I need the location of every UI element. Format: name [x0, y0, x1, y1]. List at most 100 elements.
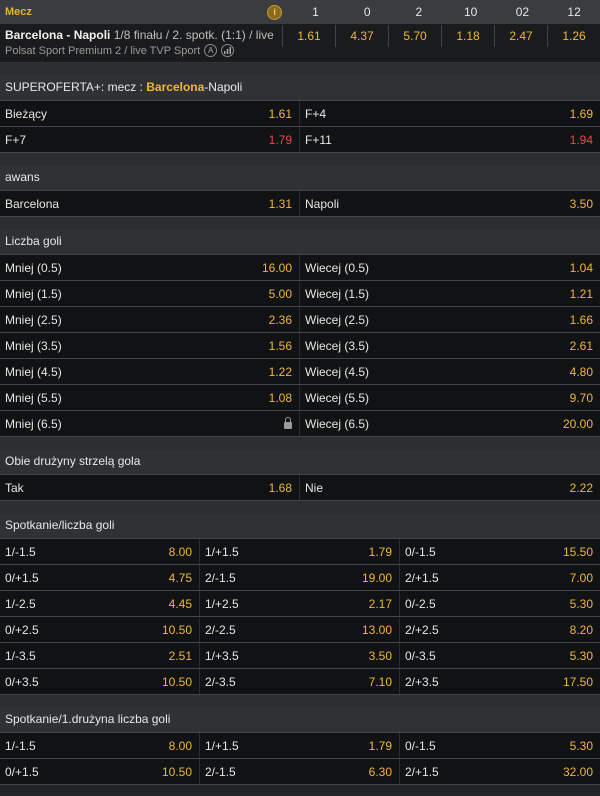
bet-option[interactable]: Mniej (1.5) 5.00	[0, 281, 300, 306]
bet-option[interactable]: Wiecej (3.5) 2.61	[300, 333, 600, 358]
bet-option[interactable]: Wiecej (1.5) 1.21	[300, 281, 600, 306]
bet-option[interactable]: 0/-3.5 5.30	[400, 643, 600, 668]
bet-label: 0/-1.5	[405, 544, 436, 559]
bet-option[interactable]: Napoli 3.50	[300, 191, 600, 216]
odds-row: Mniej (0.5) 16.00 Wiecej (0.5) 1.04	[0, 255, 600, 281]
odd-02[interactable]: 2.47	[494, 25, 547, 47]
odds-row: 1/-2.5 4.45 1/+2.5 2.17 0/-2.5 5.30	[0, 591, 600, 617]
bet-odd: 1.79	[268, 132, 292, 147]
bet-option[interactable]: Wiecej (0.5) 1.04	[300, 255, 600, 280]
live-a-icon[interactable]: A	[204, 44, 218, 57]
bet-option[interactable]: Wiecej (5.5) 9.70	[300, 385, 600, 410]
bet-label: Bieżący	[5, 106, 48, 121]
bet-option[interactable]: Tak 1.68	[0, 475, 300, 500]
bet-option[interactable]: 1/-3.5 2.51	[0, 643, 200, 668]
bet-odd: 1.31	[268, 196, 292, 211]
bet-odd: 1.94	[569, 132, 593, 147]
bet-option[interactable]: Wiecej (4.5) 4.80	[300, 359, 600, 384]
bet-option[interactable]: 2/-3.5 7.10	[200, 669, 400, 694]
header-col-12: 12	[567, 5, 581, 19]
bet-option[interactable]: 1/-2.5 4.45	[0, 591, 200, 616]
bet-option[interactable]: 2/+1.5 7.00	[400, 565, 600, 590]
bet-option[interactable]: 1/-1.5 8.00	[0, 733, 200, 758]
bet-label: 1/+1.5	[205, 544, 239, 559]
bet-label: Barcelona	[5, 196, 60, 211]
bet-option[interactable]: 2/+3.5 17.50	[400, 669, 600, 694]
bet-option[interactable]: Bieżący 1.61	[0, 101, 300, 126]
bet-label: 2/+1.5	[405, 570, 439, 585]
bet-option[interactable]: Wiecej (6.5) 20.00	[300, 411, 600, 436]
bet-option[interactable]: 1/-1.5 8.00	[0, 539, 200, 564]
bet-odd: 2.22	[569, 480, 593, 495]
bet-option[interactable]: Nie 2.22	[300, 475, 600, 500]
bet-option[interactable]: F+7 1.79	[0, 127, 300, 152]
bet-odd: 5.30	[569, 738, 593, 753]
odd-10[interactable]: 1.18	[441, 25, 494, 47]
header-col-10: 10	[463, 5, 478, 19]
bet-label: 2/-1.5	[205, 764, 236, 779]
bet-option[interactable]: 1/+1.5 1.79	[200, 539, 400, 564]
bet-label: 2/+2.5	[405, 622, 439, 637]
bet-option[interactable]: 2/-1.5 6.30	[200, 759, 400, 784]
bet-option[interactable]: Barcelona 1.31	[0, 191, 300, 216]
bet-label: 2/+3.5	[405, 674, 439, 689]
bet-odd: 9.70	[569, 390, 593, 405]
section-spotkanie1-title: Spotkanie/1.drużyna liczba goli	[0, 707, 600, 733]
bet-label: 0/-1.5	[405, 738, 436, 753]
bet-option[interactable]: 0/-2.5 5.30	[400, 591, 600, 616]
bet-option[interactable]: 0/+1.5 10.50	[0, 759, 200, 784]
odd-2[interactable]: 5.70	[388, 25, 441, 47]
bet-odd: 1.68	[268, 480, 292, 495]
odds-row: 0/+2.5 10.50 2/-2.5 13.00 2/+2.5 8.20	[0, 617, 600, 643]
bet-label: Wiecej (6.5)	[305, 416, 370, 431]
bet-option[interactable]: 0/+3.5 10.50	[0, 669, 200, 694]
bet-option[interactable]: Mniej (6.5)	[0, 411, 300, 436]
bet-option[interactable]: 0/+2.5 10.50	[0, 617, 200, 642]
bet-option[interactable]: Mniej (2.5) 2.36	[0, 307, 300, 332]
bet-option[interactable]: Wiecej (2.5) 1.66	[300, 307, 600, 332]
header-col-1: 1	[312, 5, 319, 19]
match-line: Barcelona - Napoli 1/8 finału / 2. spotk…	[5, 28, 282, 42]
bet-option[interactable]: 1/+3.5 3.50	[200, 643, 400, 668]
bet-label: 0/-3.5	[405, 648, 436, 663]
bet-option[interactable]: 0/-1.5 5.30	[400, 733, 600, 758]
match-teams[interactable]: Barcelona - Napoli	[5, 28, 110, 42]
bet-option[interactable]: 2/+1.5 32.00	[400, 759, 600, 784]
bet-option[interactable]: Mniej (3.5) 1.56	[0, 333, 300, 358]
info-icon[interactable]: i	[267, 4, 283, 20]
bet-option[interactable]: Mniej (0.5) 16.00	[0, 255, 300, 280]
match-tv: Polsat Sport Premium 2 / live TVP Sport	[5, 44, 201, 57]
bet-option[interactable]: 0/+1.5 4.75	[0, 565, 200, 590]
odd-0[interactable]: 4.37	[335, 25, 388, 47]
odds-row: 1/-1.5 8.00 1/+1.5 1.79 0/-1.5 5.30	[0, 733, 600, 759]
bet-label: Mniej (3.5)	[5, 338, 62, 353]
superoferta-home: Barcelona	[146, 80, 205, 94]
match-odds: 1.61 4.37 5.70 1.18 2.47 1.26	[282, 24, 600, 62]
bet-label: Wiecej (4.5)	[305, 364, 370, 379]
bet-option[interactable]: 1/+1.5 1.79	[200, 733, 400, 758]
spacer	[0, 63, 600, 75]
odd-12[interactable]: 1.26	[547, 25, 600, 47]
bet-odd: 10.50	[161, 622, 192, 637]
section-goals-title: Liczba goli	[0, 229, 600, 255]
bet-odd: 4.80	[569, 364, 593, 379]
stats-icon[interactable]	[221, 44, 235, 57]
bet-label: 1/+3.5	[205, 648, 239, 663]
bet-option[interactable]: F+4 1.69	[300, 101, 600, 126]
odds-row: Barcelona 1.31 Napoli 3.50	[0, 191, 600, 217]
bet-option[interactable]: 2/-2.5 13.00	[200, 617, 400, 642]
bet-option[interactable]: 2/+2.5 8.20	[400, 617, 600, 642]
bet-odd: 5.30	[569, 648, 593, 663]
odds-row: 0/+1.5 10.50 2/-1.5 6.30 2/+1.5 32.00	[0, 759, 600, 785]
bet-option[interactable]: 0/-1.5 15.50	[400, 539, 600, 564]
bet-label: 0/+2.5	[5, 622, 39, 637]
bet-option[interactable]: F+11 1.94	[300, 127, 600, 152]
bet-label: Mniej (4.5)	[5, 364, 62, 379]
bet-option[interactable]: Mniej (4.5) 1.22	[0, 359, 300, 384]
bet-option[interactable]: Mniej (5.5) 1.08	[0, 385, 300, 410]
bet-option[interactable]: 2/-1.5 19.00	[200, 565, 400, 590]
bet-option[interactable]: 1/+2.5 2.17	[200, 591, 400, 616]
bet-odd: 1.56	[268, 338, 292, 353]
bet-odd: 8.00	[168, 544, 192, 559]
odd-1[interactable]: 1.61	[282, 25, 335, 47]
